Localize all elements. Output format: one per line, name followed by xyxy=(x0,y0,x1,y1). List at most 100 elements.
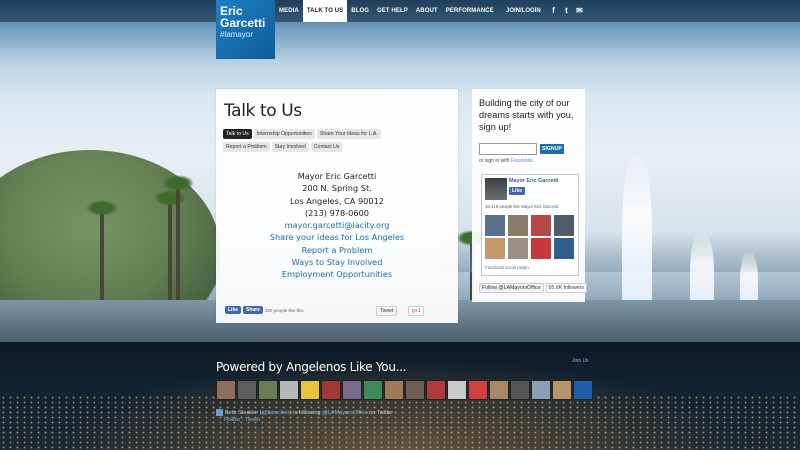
talk-to-us-panel: Talk to Us Talk to Us Internship Opportu… xyxy=(216,89,458,323)
fan-avatar[interactable] xyxy=(554,215,574,236)
city-lights xyxy=(0,395,800,450)
fb-page-name[interactable]: Mayor Eric Garcetti xyxy=(509,178,558,184)
site-logo[interactable]: Eric Garcetti #lamayor xyxy=(216,0,275,59)
fan-avatar[interactable] xyxy=(554,238,574,259)
supporter-avatar[interactable] xyxy=(237,380,257,400)
fan-avatar[interactable] xyxy=(485,215,505,236)
supporter-avatar[interactable] xyxy=(510,380,530,400)
supporter-avatar[interactable] xyxy=(405,380,425,400)
fb-like-button[interactable]: Like xyxy=(225,306,242,314)
nav-about[interactable]: ABOUT xyxy=(412,0,442,22)
supporter-avatar[interactable] xyxy=(489,380,509,400)
facebook-icon[interactable]: f xyxy=(549,6,558,15)
signup-button[interactable]: SIGNUP xyxy=(540,144,564,154)
tweet-target-link[interactable]: @LAMayorsOffice xyxy=(322,410,367,416)
tweet-text-c: on Twitter xyxy=(367,409,394,416)
supporter-avatar[interactable] xyxy=(342,380,362,400)
tab-report-problem[interactable]: Report a Problem xyxy=(223,142,270,152)
supporter-avatar[interactable] xyxy=(321,380,341,400)
nav-talk-to-us[interactable]: TALK TO US xyxy=(302,0,348,22)
join-login-link[interactable]: JOIN/LOGIN xyxy=(506,0,541,22)
fb-box-like-button[interactable]: Like xyxy=(509,187,526,195)
signup-panel: Building the city of our dreams starts w… xyxy=(472,89,585,302)
twitter-activity: Beth Steckler (@bsteckler) is following … xyxy=(216,409,393,424)
nav-performance[interactable]: PERFORMANCE xyxy=(442,0,498,22)
main-nav: MEDIA TALK TO US BLOG GET HELP ABOUT PER… xyxy=(275,0,498,22)
tweet-reply-link[interactable]: Tweet xyxy=(245,417,260,423)
tab-internship[interactable]: Internship Opportunities xyxy=(253,129,315,139)
fan-avatar[interactable] xyxy=(508,215,528,236)
email-field[interactable] xyxy=(479,143,537,155)
fb-count-link[interactable]: Mayor Eric Garcetti. xyxy=(521,204,559,209)
fb-page-avatar[interactable] xyxy=(485,178,507,200)
page-title: Talk to Us xyxy=(224,101,302,121)
fb-fan-faces xyxy=(485,215,574,259)
tweet-text-a: Beth Steckler ( xyxy=(225,409,262,416)
contact-name: Mayor Eric Garcetti xyxy=(297,171,377,181)
email-icon[interactable]: ✉ xyxy=(575,6,584,15)
tab-stay-involved[interactable]: Stay Involved xyxy=(271,142,309,152)
facebook-like-box: Mayor Eric Garcetti Like 19,419 people l… xyxy=(481,174,579,276)
twitter-follower-count: 65.6K followers xyxy=(545,283,587,293)
fan-avatar[interactable] xyxy=(508,238,528,259)
twitter-follow: Follow @LAMayorsOffice 65.6K followers xyxy=(479,283,587,293)
supporter-photos xyxy=(216,380,593,400)
fb-box-count: 19,419 people like Mayor Eric Garcetti. xyxy=(485,204,579,209)
supporter-avatar[interactable] xyxy=(468,380,488,400)
facebook-share-bar: Like Share 150 people like this. xyxy=(225,306,305,314)
supporter-avatar[interactable] xyxy=(531,380,551,400)
supporter-avatar[interactable] xyxy=(216,380,236,400)
fountain xyxy=(622,150,652,310)
nav-blog[interactable]: BLOG xyxy=(347,0,373,22)
fb-share-button[interactable]: Share xyxy=(243,306,263,314)
supporter-avatar[interactable] xyxy=(573,380,593,400)
facebook-signin-link[interactable]: Facebook. xyxy=(511,158,534,164)
fan-avatar[interactable] xyxy=(531,215,551,236)
share-ideas-link[interactable]: Share your ideas for Los Angeles xyxy=(216,231,458,243)
supporter-avatar[interactable] xyxy=(552,380,572,400)
tab-talk-to-us[interactable]: Talk to Us xyxy=(223,129,252,139)
nav-media[interactable]: MEDIA xyxy=(275,0,303,22)
fb-count-prefix: 19,419 people like xyxy=(485,204,520,209)
tab-share-ideas[interactable]: Share Your Ideas for L.A. xyxy=(316,129,381,139)
supporter-avatar[interactable] xyxy=(384,380,404,400)
twitter-icon xyxy=(216,409,223,416)
signin-label: or sign in with xyxy=(479,158,510,164)
palm-tree xyxy=(86,200,118,310)
supporter-avatar[interactable] xyxy=(279,380,299,400)
contact-city: Los Angeles, CA 90012 xyxy=(289,195,385,206)
tweet-follow-link[interactable]: Follow xyxy=(224,417,240,423)
employment-link[interactable]: Employment Opportunities xyxy=(216,268,458,280)
social-signin: or sign in with Facebook. xyxy=(479,158,534,164)
logo-tag: #lamayor xyxy=(220,30,253,39)
contact-phone: (213) 978-0600 xyxy=(304,207,370,218)
fb-social-plugin-label[interactable]: Facebook social plugin xyxy=(485,265,529,270)
report-problem-link[interactable]: Report a Problem xyxy=(216,244,458,256)
supporter-avatar[interactable] xyxy=(363,380,383,400)
subnav-tabs: Talk to Us Internship Opportunities Shar… xyxy=(223,129,413,152)
powered-heading: Powered by Angelenos Like You... xyxy=(216,360,407,374)
supporter-avatar[interactable] xyxy=(426,380,446,400)
stay-involved-link[interactable]: Ways to Stay Involved xyxy=(216,256,458,268)
supporter-avatar[interactable] xyxy=(300,380,320,400)
contact-info: Mayor Eric Garcetti 200 N. Spring St. Lo… xyxy=(216,170,458,281)
tweet-user-link[interactable]: @bsteckler xyxy=(262,410,290,416)
gplus-button[interactable]: g+1 xyxy=(408,306,425,316)
nav-get-help[interactable]: GET HELP xyxy=(373,0,412,22)
fb-like-count: 150 people like this. xyxy=(264,307,305,313)
fan-avatar[interactable] xyxy=(485,238,505,259)
tab-contact-us[interactable]: Contact Us xyxy=(310,142,343,152)
fountain xyxy=(690,230,714,310)
supporter-avatar[interactable] xyxy=(258,380,278,400)
email-link[interactable]: mayor.garcetti@lacity.org xyxy=(216,219,458,231)
fan-avatar[interactable] xyxy=(531,238,551,259)
social-links: f t ✉ xyxy=(549,6,584,15)
signup-heading: Building the city of our dreams starts w… xyxy=(479,98,574,132)
twitter-follow-button[interactable]: Follow @LAMayorsOffice xyxy=(479,283,544,293)
logo-last-name: Garcetti xyxy=(220,16,266,30)
join-us-link[interactable]: Join Us xyxy=(572,358,589,364)
tweet-text-b: ) is following xyxy=(289,409,323,416)
supporter-avatar[interactable] xyxy=(447,380,467,400)
twitter-icon[interactable]: t xyxy=(562,6,571,15)
tweet-button[interactable]: Tweet xyxy=(376,306,398,316)
